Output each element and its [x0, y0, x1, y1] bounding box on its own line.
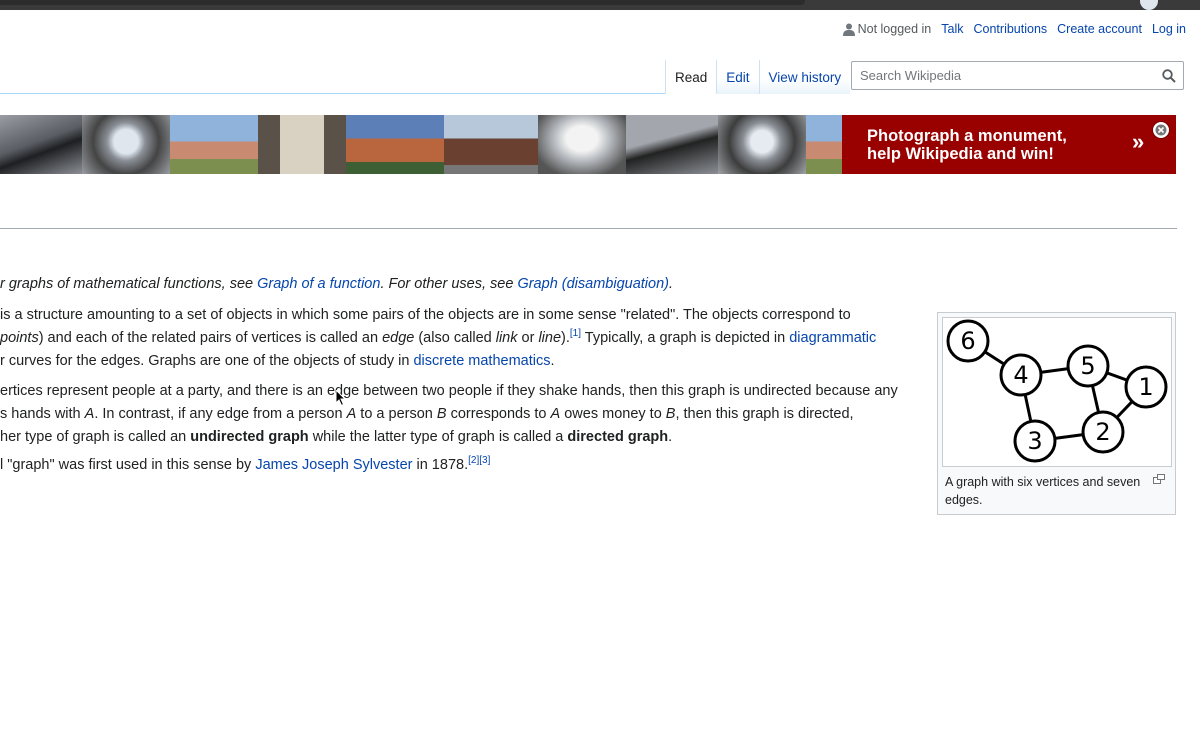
tab-read[interactable]: Read: [665, 60, 717, 94]
italic-term: A: [84, 406, 95, 422]
mouse-cursor-icon: [336, 390, 346, 406]
text: . In contrast, if any edge from a person: [94, 406, 347, 422]
reference-link[interactable]: [2]: [468, 455, 479, 466]
browser-top-bar: [0, 0, 1200, 10]
banner-photo-palace2: [806, 115, 842, 174]
banner-photo-palace: [170, 115, 258, 174]
paragraph-line: ertices represent people at a party, and…: [0, 383, 898, 399]
text: while the latter type of graph is called…: [308, 429, 568, 445]
text: , then this graph is directed,: [675, 406, 854, 422]
banner-line2: help Wikipedia and win!: [867, 145, 1054, 163]
vertex-label: 2: [1095, 418, 1110, 446]
personal-tools: Not logged in Talk Contributions Create …: [842, 22, 1186, 36]
text: ) and each of the related pairs of verti…: [38, 330, 383, 346]
browser-tab-strip: [0, 0, 805, 5]
banner-photo-brick: [444, 115, 538, 174]
hatnote-text: . For other uses, see: [380, 276, 518, 292]
log-in-link[interactable]: Log in: [1152, 22, 1186, 36]
paragraph-line: her type of graph is called an undirecte…: [0, 426, 898, 449]
view-tabs: Read Edit View history: [665, 60, 851, 94]
user-icon: [842, 23, 855, 36]
graph-disambiguation-link[interactable]: Graph (disambiguation): [517, 276, 669, 292]
banner-photo-arch: [258, 115, 346, 174]
banner-photo-submarine: [626, 115, 718, 174]
text: (also called: [414, 330, 496, 346]
create-account-link[interactable]: Create account: [1057, 22, 1142, 36]
vertex-label: 4: [1013, 361, 1028, 389]
not-logged-in-text: Not logged in: [857, 22, 932, 36]
banner-arrow-icon[interactable]: »: [1132, 129, 1144, 155]
thumbnail-figure: 6 4 5 1 3 2 A graph with six vertices an…: [937, 312, 1176, 515]
talk-link[interactable]: Talk: [941, 22, 963, 36]
text: .: [550, 353, 555, 369]
vertex-label: 3: [1027, 427, 1042, 455]
james-joseph-sylvester-link[interactable]: James Joseph Sylvester: [255, 457, 412, 473]
italic-term: line: [538, 330, 562, 346]
text: ).: [561, 330, 570, 346]
italic-term: edge: [382, 330, 415, 346]
tab-view-history[interactable]: View history: [758, 60, 851, 94]
vertex-label: 5: [1080, 352, 1095, 380]
vertex-label: 1: [1138, 373, 1153, 401]
text: r curves for the edges. Graphs are one o…: [0, 353, 414, 369]
paragraph-history: l "graph" was first used in this sense b…: [0, 454, 490, 477]
paragraph-line: s hands with A. In contrast, if any edge…: [0, 403, 898, 426]
banner-photo-castle: [346, 115, 444, 174]
vertex-label: 6: [960, 327, 975, 355]
banner-promo[interactable]: Photograph a monument, help Wikipedia an…: [842, 115, 1176, 174]
italic-term: B: [665, 406, 676, 422]
text: Typically, a graph is depicted in: [581, 330, 790, 346]
search-input[interactable]: [852, 62, 1158, 89]
banner-photo-dome2: [718, 115, 806, 174]
graph-image[interactable]: 6 4 5 1 3 2: [942, 317, 1172, 467]
paragraph-line: r curves for the edges. Graphs are one o…: [0, 350, 876, 373]
hatnote-text: r graphs of mathematical functions, see: [0, 276, 258, 292]
close-icon[interactable]: [1152, 121, 1170, 139]
graph-diagram: 6 4 5 1 3 2: [946, 319, 1168, 463]
text: in 1878.: [412, 457, 469, 473]
browser-profile-icon[interactable]: [1140, 0, 1158, 10]
paragraph-line: is a structure amounting to a set of obj…: [0, 307, 851, 323]
tab-edit[interactable]: Edit: [716, 60, 759, 94]
text: her type of graph is called an: [0, 429, 191, 445]
search-box: [851, 61, 1184, 90]
hatnote: r graphs of mathematical functions, see …: [0, 276, 673, 292]
graph-of-a-function-link[interactable]: Graph of a function: [257, 276, 380, 292]
italic-term: A: [346, 406, 357, 422]
reference-link[interactable]: [1]: [570, 328, 581, 339]
bold-term: directed graph: [567, 429, 669, 445]
campaign-banner[interactable]: Photograph a monument, help Wikipedia an…: [0, 115, 1176, 174]
banner-photo-hall: [538, 115, 626, 174]
text: owes money to: [560, 406, 666, 422]
diagrammatic-link[interactable]: diagrammatic: [789, 330, 876, 346]
thumbnail-caption: A graph with six vertices and seven edge…: [945, 475, 1141, 507]
header-divider: [0, 93, 666, 94]
search-icon[interactable]: [1162, 69, 1176, 83]
banner-line1: Photograph a monument,: [867, 127, 1067, 145]
banner-photo-dome: [82, 115, 170, 174]
banner-promo-text: Photograph a monument, help Wikipedia an…: [867, 127, 1067, 163]
hatnote-text: .: [668, 276, 674, 292]
paragraph-definition: is a structure amounting to a set of obj…: [0, 304, 876, 373]
text: l "graph" was first used in this sense b…: [0, 457, 256, 473]
magnify-icon[interactable]: [1153, 474, 1165, 484]
text: to a person: [356, 406, 437, 422]
bold-term: undirected graph: [190, 429, 309, 445]
paragraph-example: ertices represent people at a party, and…: [0, 380, 898, 449]
text: .: [668, 429, 673, 445]
italic-term: link: [495, 330, 518, 346]
italic-term: points: [0, 330, 39, 346]
contributions-link[interactable]: Contributions: [974, 22, 1048, 36]
reference-link[interactable]: [3]: [479, 455, 490, 466]
paragraph-line: points) and each of the related pairs of…: [0, 327, 876, 350]
text: s hands with: [0, 406, 85, 422]
title-underline: [0, 228, 1177, 229]
italic-term: B: [436, 406, 447, 422]
banner-photo-ship: [0, 115, 82, 174]
italic-term: A: [550, 406, 561, 422]
text: corresponds to: [446, 406, 551, 422]
text: or: [517, 330, 539, 346]
discrete-mathematics-link[interactable]: discrete mathematics: [413, 353, 550, 369]
